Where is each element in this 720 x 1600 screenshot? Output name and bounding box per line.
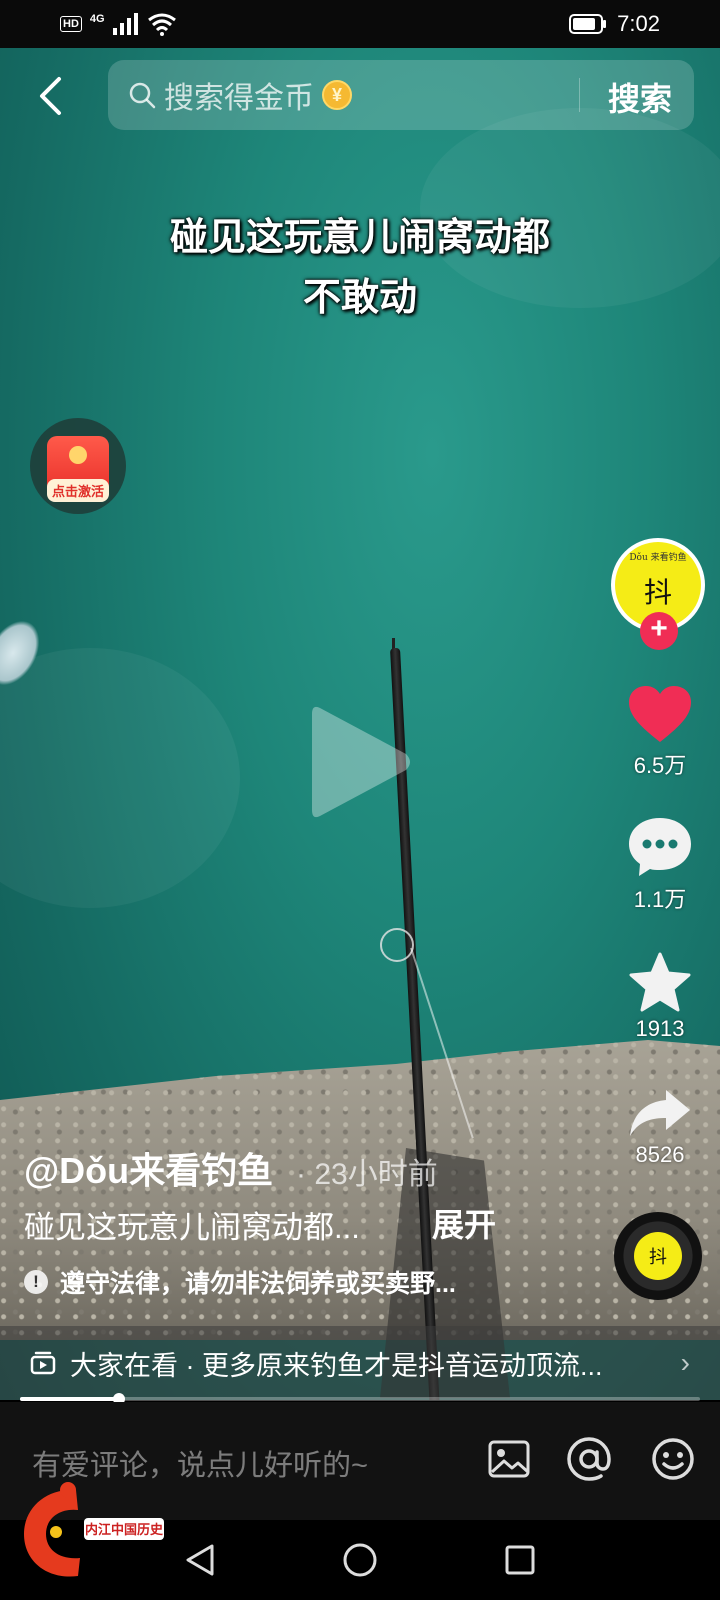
post-time: · 23小时前 — [296, 1158, 438, 1191]
caption-line-2: 不敢动 — [302, 277, 417, 319]
image-icon[interactable] — [486, 1436, 532, 1482]
author-name[interactable]: @Dǒu来看钓鱼 — [24, 1142, 273, 1194]
related-video-icon — [30, 1351, 56, 1375]
back-arrow-icon — [40, 77, 61, 115]
red-packet-widget[interactable]: 点击激活 — [30, 418, 126, 514]
related-text: 大家在看 · 更多原来钓鱼才是抖音运动顶流... — [70, 1350, 603, 1381]
related-bar[interactable]: 大家在看 · 更多原来钓鱼才是抖音运动顶流... › — [0, 1326, 720, 1400]
signal-icon — [112, 13, 138, 35]
comment-button[interactable]: 1.1万 — [620, 816, 700, 914]
search-icon — [129, 82, 156, 109]
red-packet-label: 点击激活 — [47, 479, 110, 502]
play-icon[interactable] — [306, 700, 416, 824]
nav-recents-button[interactable] — [500, 1540, 540, 1580]
share-count: 8526 — [635, 1142, 685, 1167]
watermark-logo: 内江中国历史 — [24, 1482, 164, 1577]
rod-guide-ring — [380, 928, 414, 962]
notice-text: 遵守法律，请勿非法饲养或买卖野... — [60, 1270, 456, 1298]
star-icon — [629, 952, 691, 1012]
network-label: 4G — [89, 13, 105, 25]
status-left: HD 4G — [60, 12, 177, 36]
red-packet-coin — [69, 446, 87, 464]
legal-notice[interactable]: ! 遵守法律，请勿非法饲养或买卖野... — [24, 1264, 456, 1300]
warning-icon: ! — [24, 1270, 48, 1294]
status-bar: HD 4G 7:02 — [0, 0, 720, 48]
search-input[interactable]: 搜索得金币 — [164, 73, 314, 117]
comment-icon — [629, 818, 691, 876]
nav-back-button[interactable] — [180, 1540, 220, 1580]
favorite-count: 1913 — [635, 1016, 685, 1041]
chevron-right-icon: › — [680, 1347, 690, 1378]
search-button[interactable]: 搜索 — [608, 74, 672, 120]
like-button[interactable]: 6.5万 — [620, 684, 700, 780]
red-packet-icon: 点击激活 — [47, 436, 110, 502]
triangle-back-icon — [186, 1544, 214, 1576]
nav-home-button[interactable] — [340, 1540, 380, 1580]
heart-icon — [629, 686, 691, 742]
wifi-icon — [147, 13, 176, 36]
share-arrow-icon — [630, 1090, 690, 1136]
square-recents-icon — [505, 1545, 535, 1575]
search-bar[interactable]: 搜索得金币 ¥ 搜索 — [108, 60, 694, 130]
circle-home-icon — [343, 1543, 377, 1577]
avatar-logo-text: 抖 — [643, 576, 672, 609]
expand-button[interactable]: 展开 — [432, 1200, 496, 1246]
share-button[interactable]: 8526 — [620, 1088, 700, 1168]
progress-bar[interactable] — [20, 1393, 700, 1405]
post-description: 碰见这玩意儿闹窝动都... — [24, 1210, 360, 1245]
search-divider — [579, 78, 580, 112]
music-disc[interactable]: 抖 — [614, 1212, 702, 1300]
coin-icon: ¥ — [322, 80, 352, 110]
watermark-text: 内江中国历史 — [85, 1522, 164, 1538]
battery-icon — [569, 14, 607, 34]
follow-button[interactable]: + — [640, 612, 678, 650]
favorite-button[interactable]: 1913 — [620, 952, 700, 1042]
back-button[interactable] — [30, 74, 70, 118]
music-disc-logo: 抖 — [634, 1232, 682, 1280]
progress-fill — [20, 1393, 125, 1405]
comment-count: 1.1万 — [633, 887, 687, 912]
mention-icon[interactable] — [566, 1436, 612, 1482]
clock: 7:02 — [617, 11, 660, 36]
water-ripple — [0, 648, 240, 908]
avatar-ring-text: Dǒu 来看钓鱼 — [629, 553, 687, 563]
like-count: 6.5万 — [633, 753, 687, 778]
hd-badge: HD — [60, 16, 82, 32]
caption-line-1: 碰见这玩意儿闹窝动都 — [169, 217, 550, 259]
status-right: 7:02 — [569, 11, 660, 37]
video-caption: 碰见这玩意儿闹窝动都 不敢动 — [0, 208, 720, 328]
emoji-icon[interactable] — [650, 1436, 696, 1482]
